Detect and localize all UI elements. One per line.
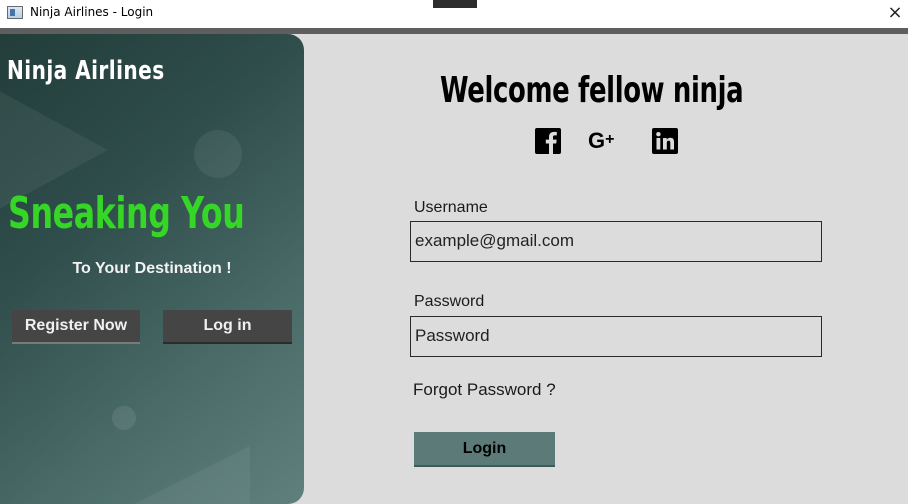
password-label: Password <box>414 293 485 310</box>
decorative-circle <box>194 130 242 178</box>
forgot-password-link[interactable]: Forgot Password ? <box>413 380 556 400</box>
welcome-heading: Welcome fellow ninja <box>440 70 744 111</box>
sub-tagline: To Your Destination ! <box>72 260 232 277</box>
google-plus-icon[interactable]: G+ <box>588 128 624 154</box>
linkedin-icon[interactable] <box>652 128 678 154</box>
title-bar: Ninja Airlines - Login × <box>0 0 908 28</box>
window-title: Ninja Airlines - Login <box>30 5 154 19</box>
register-now-button[interactable]: Register Now <box>12 310 140 344</box>
brand-name: Ninja Airlines <box>7 56 165 86</box>
password-field[interactable]: Password <box>410 316 822 357</box>
log-in-button[interactable]: Log in <box>163 310 292 344</box>
close-icon[interactable]: × <box>884 1 906 25</box>
login-submit-button[interactable]: Login <box>414 432 555 467</box>
tagline: Sneaking You <box>8 188 245 239</box>
google-plus-sign: + <box>605 131 615 148</box>
app-icon <box>7 6 23 19</box>
decorative-triangle-bottom <box>130 446 250 504</box>
brand-panel: Ninja Airlines Sneaking You To Your Dest… <box>0 34 304 504</box>
google-plus-letter: G <box>588 128 606 153</box>
decorative-circle-small <box>112 406 136 430</box>
facebook-icon[interactable] <box>535 128 561 154</box>
title-bar-handle <box>433 0 477 8</box>
username-field[interactable]: example@gmail.com <box>410 221 822 262</box>
username-label: Username <box>414 199 488 216</box>
